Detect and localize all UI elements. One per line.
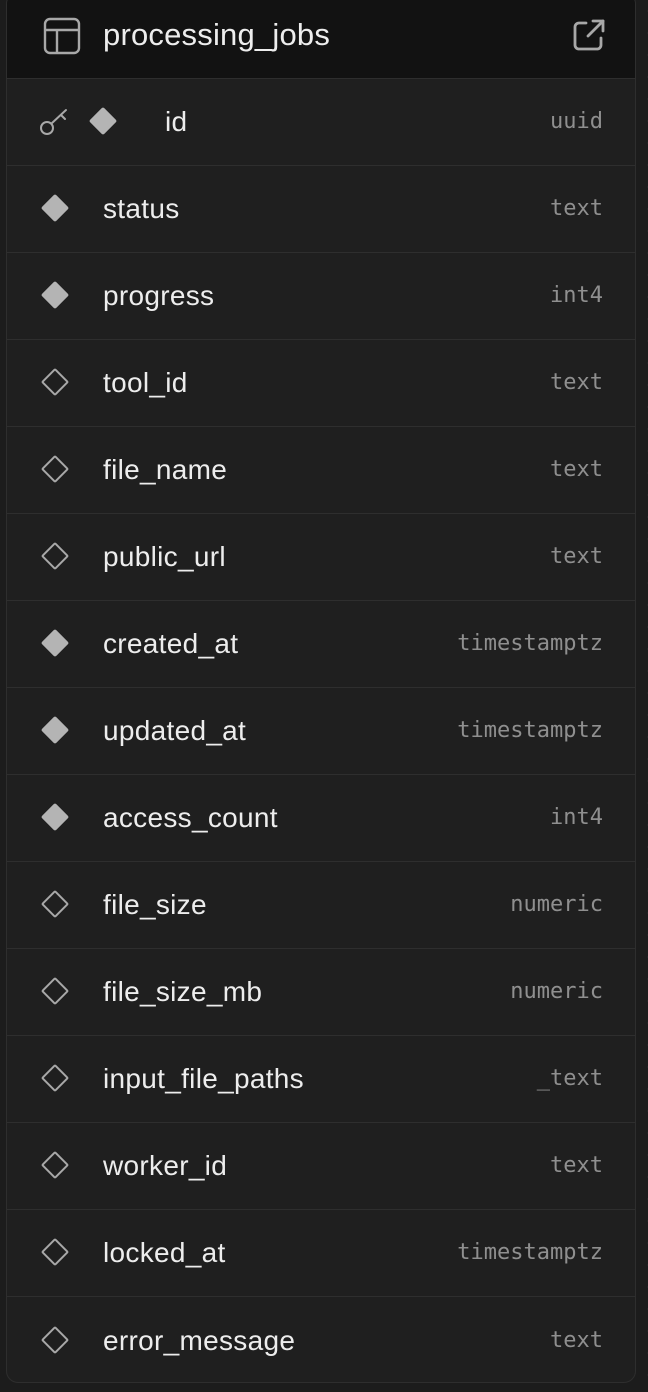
column-row-id[interactable]: id uuid xyxy=(7,79,635,166)
column-type: text xyxy=(550,370,603,395)
column-name: file_name xyxy=(103,454,228,485)
nullable-diamond-icon xyxy=(40,976,70,1006)
column-row-tool-id[interactable]: tool_id text xyxy=(7,340,635,427)
column-type: int4 xyxy=(550,805,603,830)
not-null-diamond-icon xyxy=(40,628,70,658)
column-type: text xyxy=(550,544,603,569)
column-name: public_url xyxy=(103,541,226,572)
nullable-diamond-icon xyxy=(40,367,70,397)
column-row-locked-at[interactable]: locked_at timestamptz xyxy=(7,1210,635,1297)
nullable-diamond-icon xyxy=(40,541,70,571)
column-name: file_size_mb xyxy=(103,976,263,1007)
column-row-file-size-mb[interactable]: file_size_mb numeric xyxy=(7,949,635,1036)
column-type: text xyxy=(550,196,603,221)
column-name: tool_id xyxy=(103,367,188,398)
column-row-file-size[interactable]: file_size numeric xyxy=(7,862,635,949)
column-type: timestamptz xyxy=(457,631,603,656)
column-type: int4 xyxy=(550,283,603,308)
column-type: text xyxy=(550,1327,603,1353)
column-name: worker_id xyxy=(103,1150,228,1181)
schema-canvas: processing_jobs id uuid status text progress… xyxy=(0,0,648,1392)
column-row-progress[interactable]: progress int4 xyxy=(7,253,635,340)
column-row-created-at[interactable]: created_at timestamptz xyxy=(7,601,635,688)
not-null-diamond-icon xyxy=(40,715,70,745)
column-name: error_message xyxy=(103,1324,296,1356)
column-type: text xyxy=(550,1153,603,1178)
column-name: progress xyxy=(103,280,215,311)
not-null-diamond-icon xyxy=(40,802,70,832)
column-name: created_at xyxy=(103,628,239,659)
nullable-diamond-icon xyxy=(40,1150,70,1180)
column-type: text xyxy=(550,457,603,482)
column-row-worker-id[interactable]: worker_id text xyxy=(7,1123,635,1210)
column-type: _text xyxy=(536,1066,603,1091)
external-link-icon[interactable] xyxy=(569,15,609,55)
column-name: status xyxy=(103,193,180,224)
table-node[interactable]: processing_jobs id uuid status text progress… xyxy=(6,0,636,1383)
column-name: file_size xyxy=(103,889,207,920)
column-row-error-message[interactable]: error_message text xyxy=(7,1297,635,1382)
column-type: timestamptz xyxy=(457,718,603,743)
not-null-diamond-icon xyxy=(40,280,70,310)
nullable-diamond-icon xyxy=(40,1325,70,1354)
not-null-diamond-icon xyxy=(40,193,70,223)
column-name: input_file_paths xyxy=(103,1063,304,1094)
column-row-public-url[interactable]: public_url text xyxy=(7,514,635,601)
column-row-access-count[interactable]: access_count int4 xyxy=(7,775,635,862)
column-name: locked_at xyxy=(103,1237,226,1268)
column-type: timestamptz xyxy=(457,1240,603,1265)
column-type: numeric xyxy=(510,979,603,1004)
nullable-diamond-icon xyxy=(40,454,70,484)
not-null-diamond-icon xyxy=(88,106,118,136)
nullable-diamond-icon xyxy=(40,1237,70,1267)
column-list: id uuid status text progress int4 tool_id text f… xyxy=(7,79,635,1382)
column-name: id xyxy=(165,106,188,137)
column-row-file-name[interactable]: file_name text xyxy=(7,427,635,514)
table-title: processing_jobs xyxy=(103,17,331,52)
table-icon xyxy=(43,17,81,55)
column-name: updated_at xyxy=(103,715,247,746)
column-type: numeric xyxy=(510,892,603,917)
table-header: processing_jobs xyxy=(7,0,635,79)
column-row-updated-at[interactable]: updated_at timestamptz xyxy=(7,688,635,775)
column-name: access_count xyxy=(103,802,278,833)
column-row-status[interactable]: status text xyxy=(7,166,635,253)
column-row-input-file-paths[interactable]: input_file_paths _text xyxy=(7,1036,635,1123)
key-icon xyxy=(40,109,67,135)
column-type: uuid xyxy=(550,109,603,134)
nullable-diamond-icon xyxy=(40,1063,70,1093)
nullable-diamond-icon xyxy=(40,889,70,919)
